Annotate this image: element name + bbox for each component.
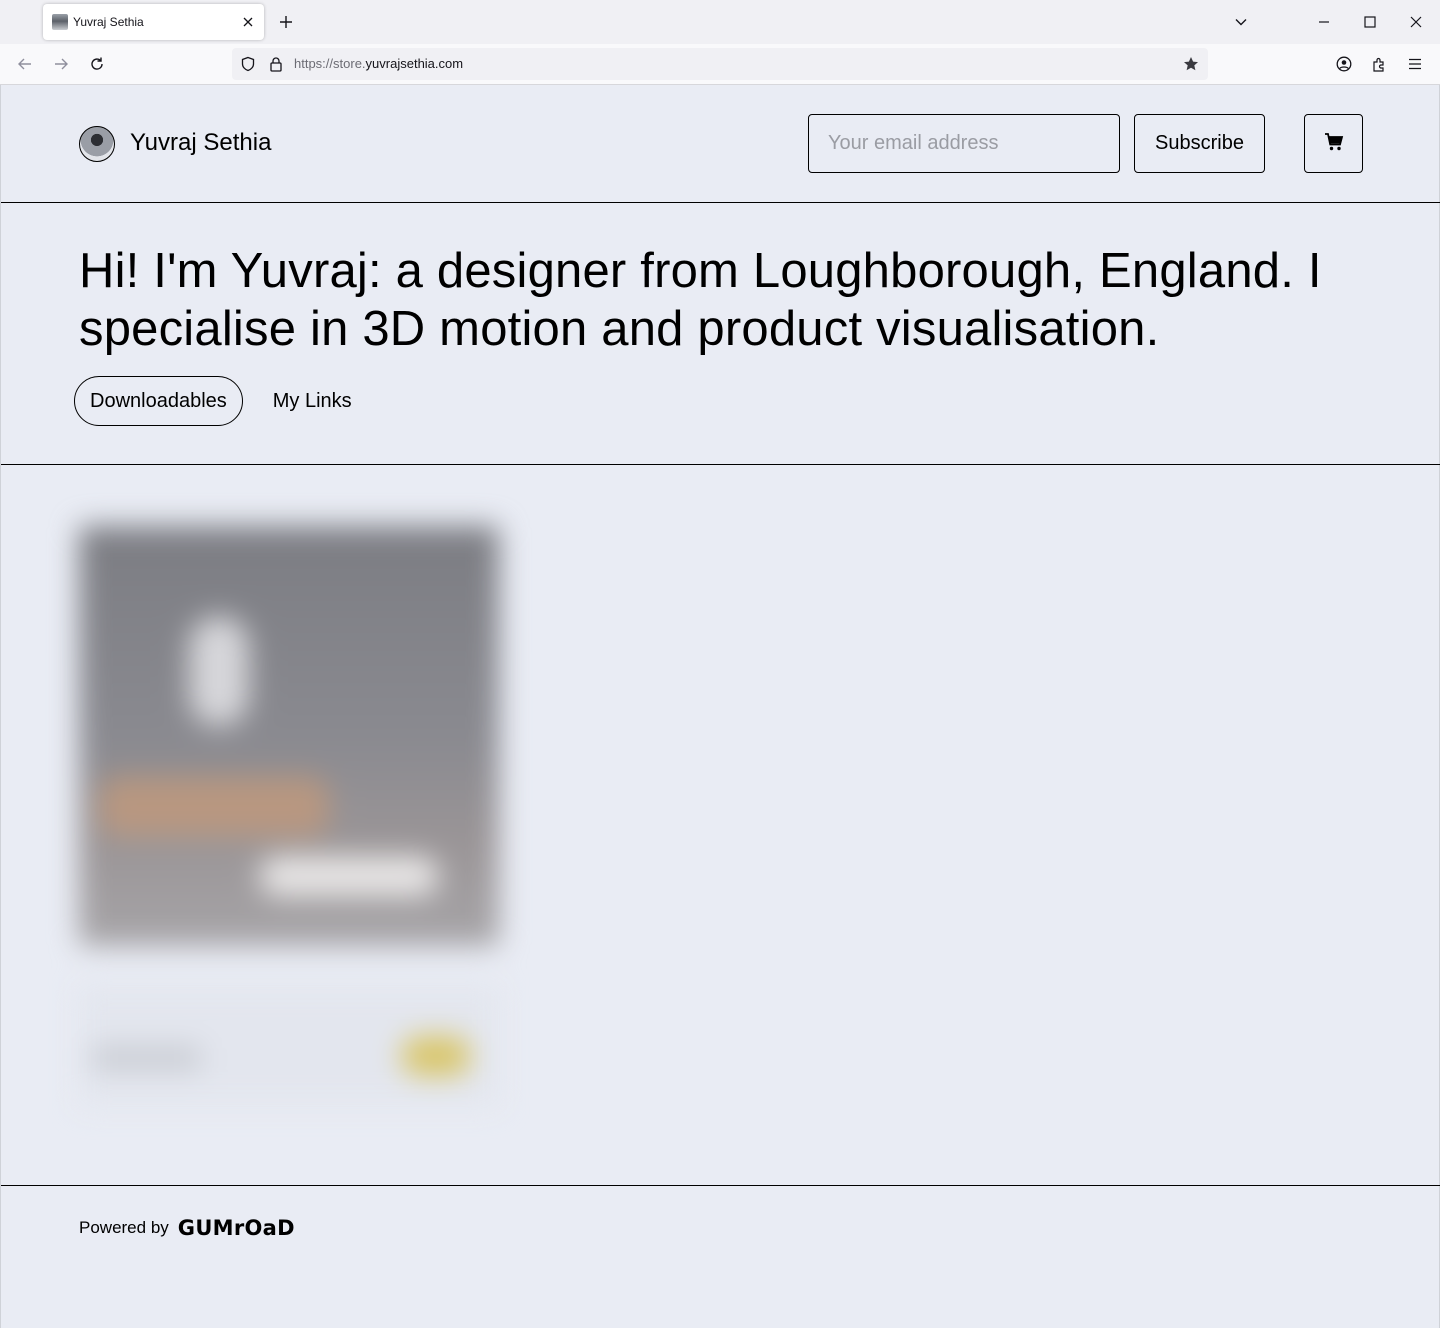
products-section: [1, 466, 1440, 1186]
product-creator-placeholder: [91, 1046, 201, 1070]
address-bar[interactable]: https://store.yuvrajsethia.com: [232, 48, 1208, 80]
hero-section: Hi! I'm Yuvraj: a designer from Loughbor…: [1, 204, 1440, 465]
product-card[interactable]: [61, 526, 521, 1146]
favicon-icon: [52, 14, 68, 30]
shopping-cart-icon: [1324, 132, 1344, 155]
account-icon[interactable]: [1334, 54, 1354, 74]
close-window-icon[interactable]: [1405, 11, 1427, 33]
section-tabs: Downloadables My Links: [74, 376, 368, 426]
powered-by: Powered by GUMrOaD: [79, 1216, 295, 1240]
tab-my-links[interactable]: My Links: [257, 376, 368, 426]
close-tab-icon[interactable]: [240, 14, 256, 30]
site-footer: Powered by GUMrOaD: [1, 1185, 1440, 1328]
bio-text: Hi! I'm Yuvraj: a designer from Loughbor…: [79, 244, 1322, 356]
email-field[interactable]: [808, 114, 1120, 173]
site-name[interactable]: Yuvraj Sethia: [130, 129, 271, 157]
product-thumbnail-warm-area: [99, 776, 329, 836]
reload-icon[interactable]: [87, 54, 107, 74]
browser-tab[interactable]: Yuvraj Sethia: [43, 4, 264, 40]
maximize-icon[interactable]: [1359, 11, 1381, 33]
gumroad-logo[interactable]: GUMrOaD: [178, 1216, 295, 1240]
extensions-icon[interactable]: [1369, 54, 1389, 74]
powered-by-label: Powered by: [79, 1218, 169, 1237]
product-thumbnail-light-area: [259, 856, 439, 896]
cart-button[interactable]: [1304, 114, 1363, 173]
site-header: Yuvraj Sethia Subscribe: [1, 85, 1440, 203]
price-badge: [401, 1036, 471, 1076]
bookmark-star-icon[interactable]: [1182, 55, 1200, 73]
minimize-icon[interactable]: [1313, 11, 1335, 33]
tab-downloadables[interactable]: Downloadables: [74, 376, 243, 426]
browser-tab-bar: Yuvraj Sethia: [0, 0, 1440, 44]
store-page: Yuvraj Sethia Subscribe Hi! I'm Yuvraj: …: [0, 85, 1440, 1328]
avatar[interactable]: [79, 126, 115, 162]
product-thumbnail: [79, 526, 499, 946]
new-tab-icon[interactable]: [276, 12, 296, 32]
forward-arrow-icon[interactable]: [51, 54, 71, 74]
tab-list-chevron-icon[interactable]: [1230, 11, 1252, 33]
back-arrow-icon[interactable]: [15, 54, 35, 74]
browser-nav-bar: https://store.yuvrajsethia.com: [0, 44, 1440, 85]
product-thumbnail-highlight: [189, 616, 249, 726]
lock-icon[interactable]: [267, 55, 285, 73]
tracking-shield-icon[interactable]: [239, 55, 257, 73]
menu-hamburger-icon[interactable]: [1405, 54, 1425, 74]
url-text: https://store.yuvrajsethia.com: [294, 56, 464, 71]
subscribe-button[interactable]: Subscribe: [1134, 114, 1265, 173]
tab-title: Yuvraj Sethia: [73, 15, 144, 29]
